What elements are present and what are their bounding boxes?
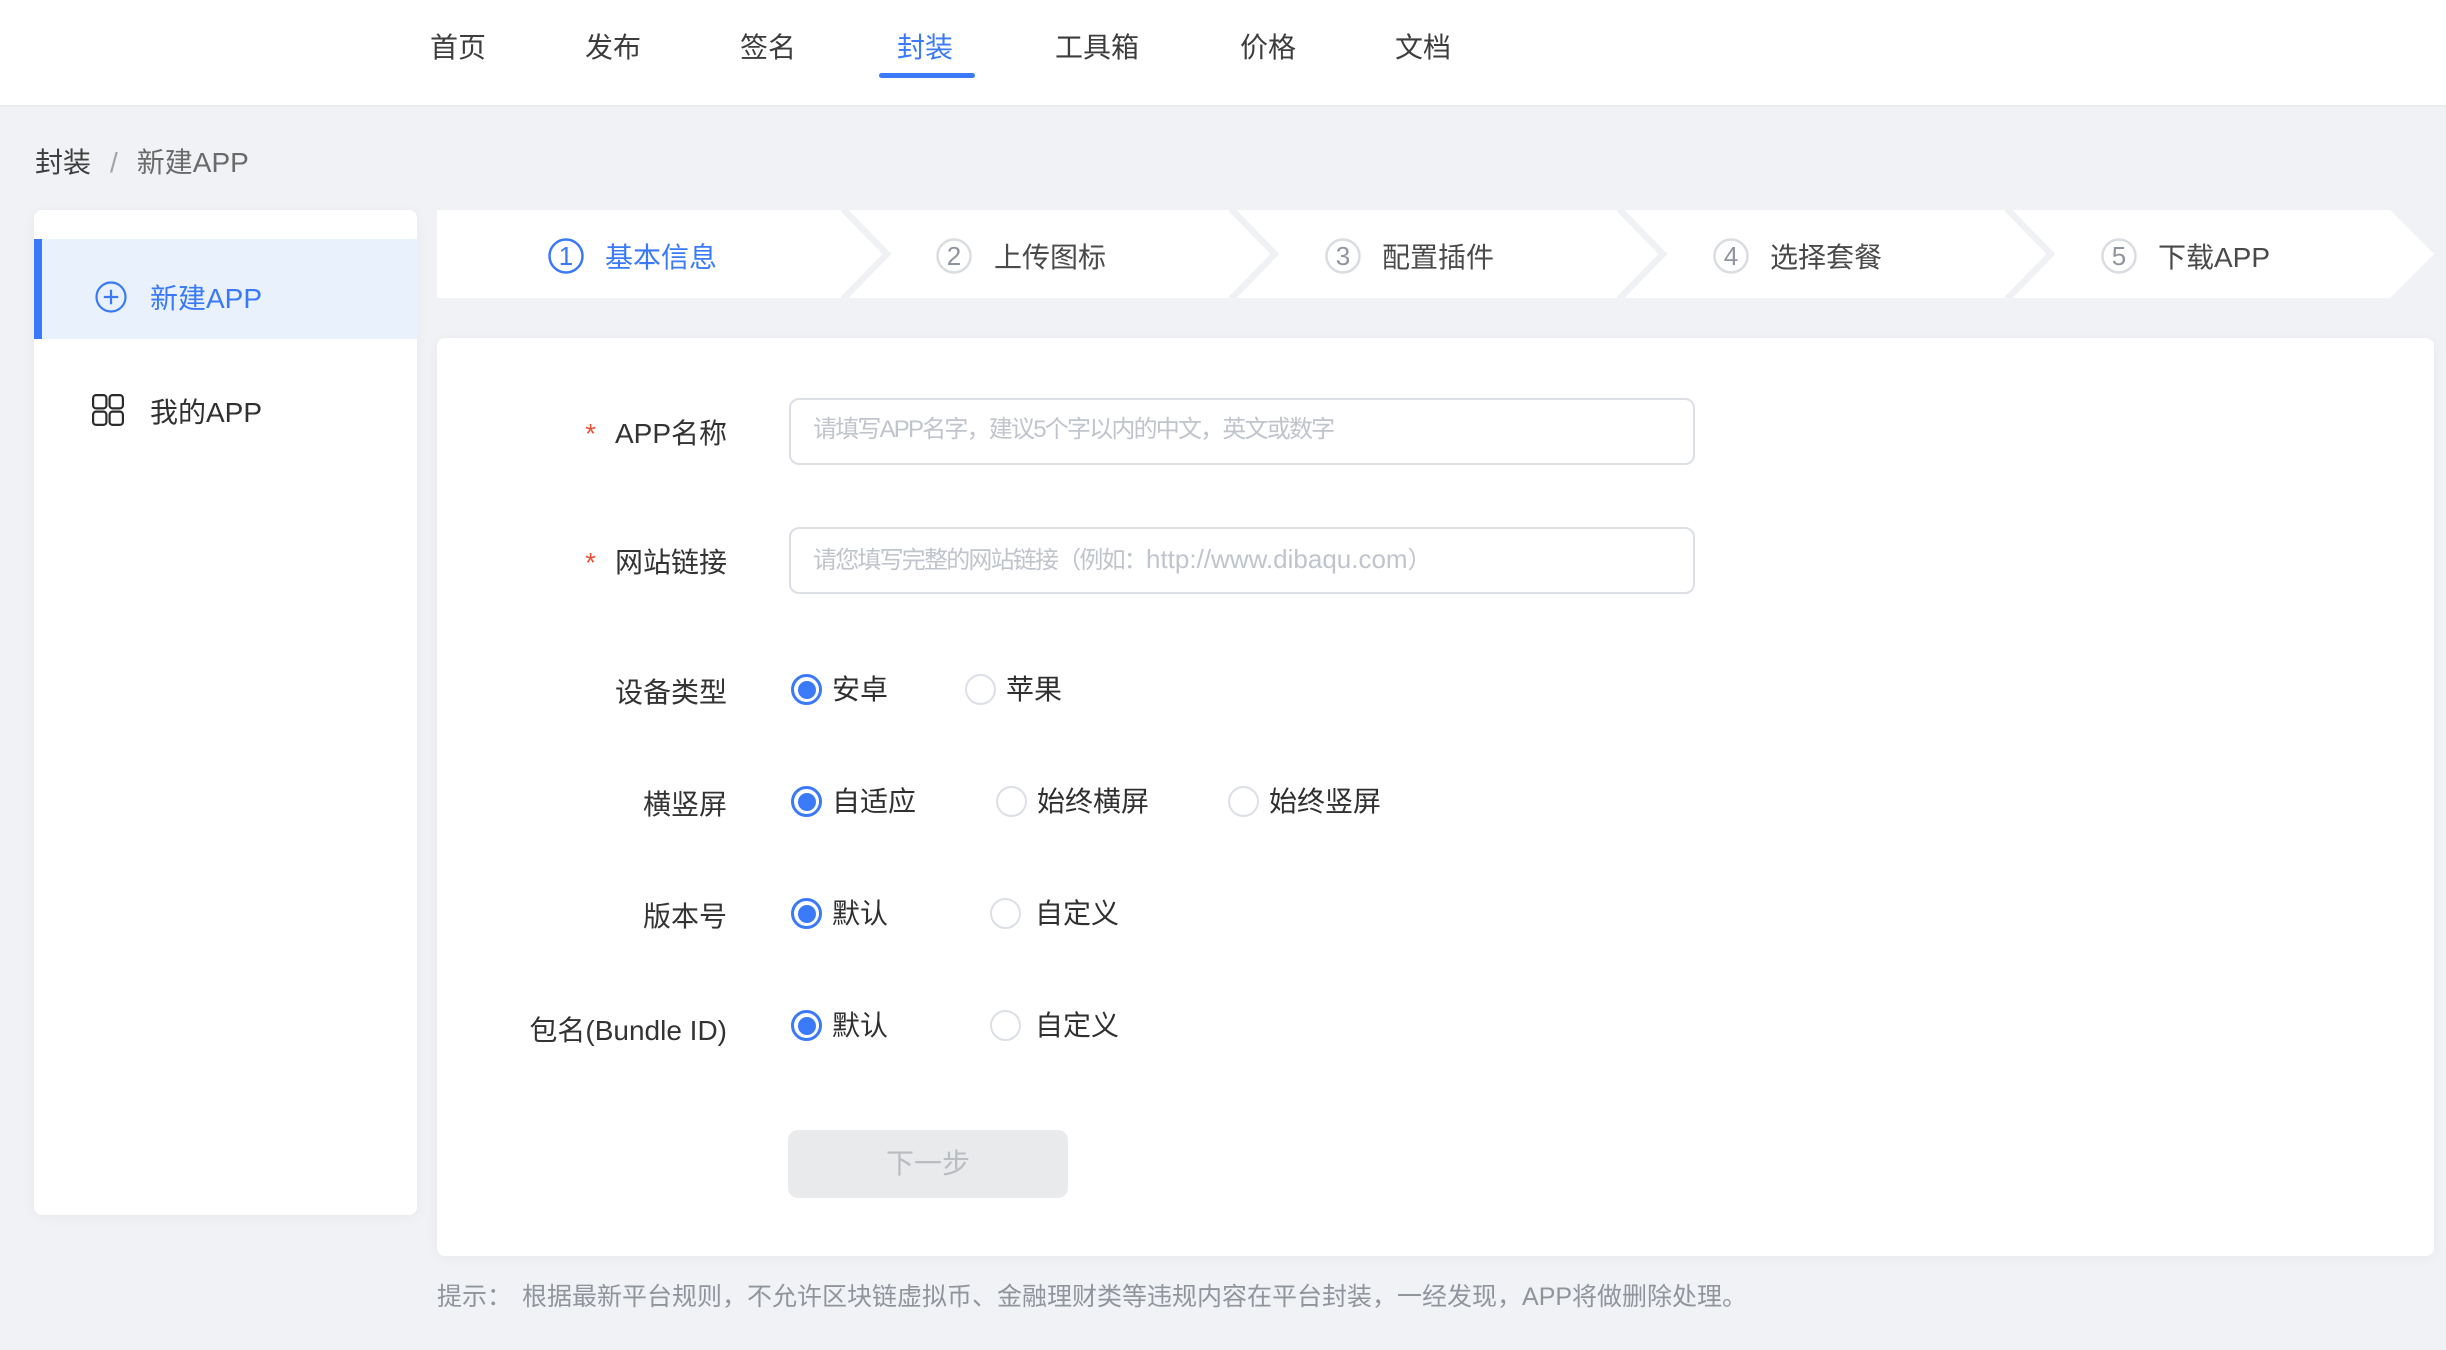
svg-text:5: 5	[2112, 241, 2126, 271]
svg-text:3: 3	[1336, 241, 1350, 271]
svg-text:1: 1	[559, 241, 573, 271]
svg-text:2: 2	[947, 241, 961, 271]
svg-text:4: 4	[1724, 241, 1738, 271]
